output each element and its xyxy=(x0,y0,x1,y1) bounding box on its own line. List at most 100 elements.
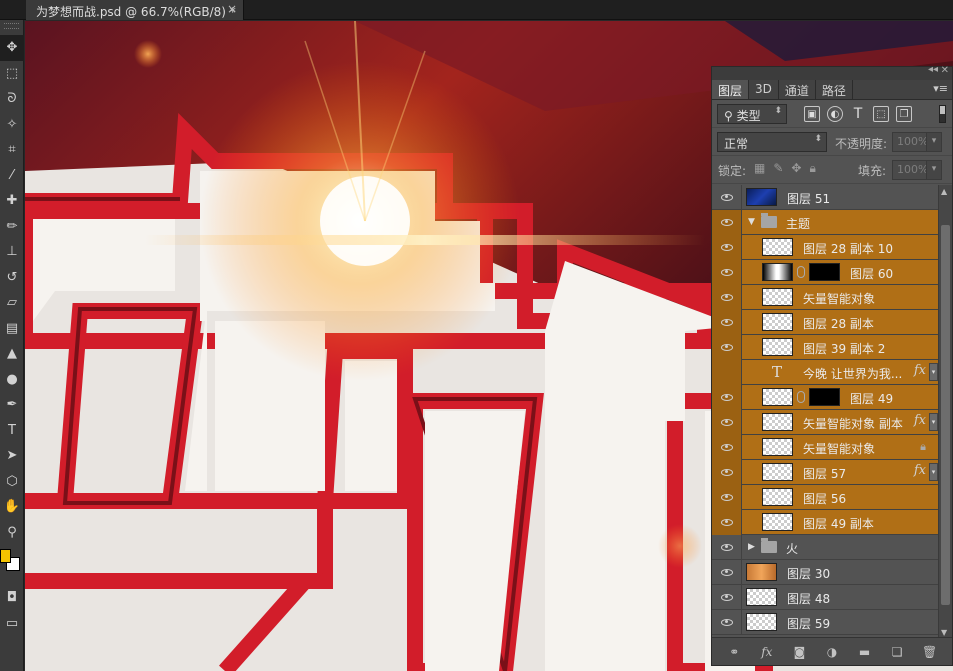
fx-icon[interactable]: fx xyxy=(914,363,926,378)
visibility-toggle[interactable] xyxy=(712,260,742,285)
eraser-icon[interactable]: ▱ xyxy=(0,290,24,316)
lock-position-icon[interactable]: ✥ xyxy=(791,161,801,176)
effects-expand-icon[interactable]: ▾ xyxy=(929,413,938,431)
layer-row[interactable]: 图层 30 xyxy=(712,560,938,585)
layer-row[interactable]: 图层 56 xyxy=(712,485,938,510)
zoom-tool-icon[interactable]: ⚲ xyxy=(0,520,24,546)
panel-header[interactable]: ◂◂ ✕ xyxy=(712,64,952,80)
scrollbar-thumb[interactable] xyxy=(941,225,950,605)
layer-thumbnail[interactable] xyxy=(746,188,777,206)
document-tab[interactable]: 为梦想而战.psd @ 66.7%(RGB/8) * × xyxy=(26,0,244,20)
effects-expand-icon[interactable]: ▾ xyxy=(929,463,938,481)
fx-icon[interactable]: fx xyxy=(914,463,926,478)
fx-icon[interactable]: fx xyxy=(758,645,776,659)
adjustment-icon[interactable]: ◑ xyxy=(823,645,841,659)
blur-tool-icon[interactable]: ▲ xyxy=(0,341,24,367)
lock-pixels-icon[interactable]: ✎ xyxy=(773,161,783,176)
visibility-toggle[interactable] xyxy=(712,185,742,210)
visibility-toggle[interactable] xyxy=(712,435,742,460)
visibility-toggle[interactable] xyxy=(712,360,742,385)
blend-mode-select[interactable]: 正常 ⬍ xyxy=(717,132,827,152)
layer-row[interactable]: T 今晚 让世界为我... fx ▾ xyxy=(712,360,938,385)
chevron-right-icon[interactable]: ▶ xyxy=(748,542,755,552)
clone-stamp-icon[interactable]: ⊥ xyxy=(0,239,24,265)
screen-mode-icon[interactable]: ▭ xyxy=(0,611,24,637)
fill-input[interactable]: 100% ▾ xyxy=(892,160,942,180)
magic-wand-icon[interactable]: ✧ xyxy=(0,112,24,138)
tab-3d[interactable]: 3D xyxy=(749,80,779,99)
quick-mask-icon[interactable]: ◘ xyxy=(0,585,24,611)
layer-row[interactable]: 矢量智能对象 🔒︎ xyxy=(712,435,938,460)
type-tool-icon[interactable]: T xyxy=(0,418,24,444)
layer-thumbnail[interactable] xyxy=(762,263,793,281)
close-panel-icon[interactable]: ✕ xyxy=(941,65,949,76)
close-tab-icon[interactable]: × xyxy=(227,2,237,16)
link-icon[interactable] xyxy=(797,391,805,403)
layer-mask-thumbnail[interactable] xyxy=(809,263,840,281)
filter-adjustment-icon[interactable]: ◐ xyxy=(827,106,843,122)
visibility-toggle[interactable] xyxy=(712,510,742,535)
layer-row[interactable]: 图层 28 副本 10 xyxy=(712,235,938,260)
tab-channels[interactable]: 通道 xyxy=(779,80,816,99)
layer-row[interactable]: 图层 59 xyxy=(712,610,938,635)
visibility-toggle[interactable] xyxy=(712,285,742,310)
layer-thumbnail[interactable] xyxy=(762,513,793,531)
layer-row[interactable]: 图层 39 副本 2 xyxy=(712,335,938,360)
layer-row[interactable]: 图层 28 副本 xyxy=(712,310,938,335)
layer-thumbnail[interactable] xyxy=(746,563,777,581)
layer-thumbnail[interactable] xyxy=(762,438,793,456)
marquee-tool-icon[interactable]: ⬚ xyxy=(0,61,24,87)
tab-layers[interactable]: 图层 xyxy=(712,80,750,99)
visibility-toggle[interactable] xyxy=(712,385,742,410)
new-layer-icon[interactable]: ❏ xyxy=(888,645,906,659)
move-tool-icon[interactable]: ✥ xyxy=(0,35,24,61)
link-icon[interactable] xyxy=(797,266,805,278)
layer-row[interactable]: 图层 48 xyxy=(712,585,938,610)
tab-paths[interactable]: 路径 xyxy=(816,80,853,99)
layer-thumbnail[interactable] xyxy=(746,613,777,631)
visibility-toggle[interactable] xyxy=(712,410,742,435)
gradient-tool-icon[interactable]: ▤ xyxy=(0,316,24,342)
layer-group-row[interactable]: ▶ 火 xyxy=(712,535,938,560)
layer-list-scrollbar[interactable]: ▲ ▼ xyxy=(938,185,952,638)
shape-tool-icon[interactable]: ⬡ xyxy=(0,469,24,495)
layer-thumbnail[interactable] xyxy=(762,488,793,506)
effects-expand-icon[interactable]: ▾ xyxy=(929,363,938,381)
visibility-toggle[interactable] xyxy=(712,610,742,635)
scroll-up-icon[interactable]: ▲ xyxy=(941,187,947,196)
layer-mask-thumbnail[interactable] xyxy=(809,388,840,406)
layer-group-row[interactable]: ▼ 主题 xyxy=(712,210,938,235)
fx-icon[interactable]: fx xyxy=(914,413,926,428)
foreground-color-swatch[interactable] xyxy=(0,549,11,563)
dodge-tool-icon[interactable]: ● xyxy=(0,367,24,393)
visibility-toggle[interactable] xyxy=(712,485,742,510)
lock-transparency-icon[interactable]: ▦ xyxy=(754,161,765,176)
layer-row[interactable]: 图层 51 xyxy=(712,185,938,210)
eyedropper-icon[interactable]: ⁄ xyxy=(0,163,24,189)
layer-row[interactable]: 图层 49 副本 xyxy=(712,510,938,535)
opacity-input[interactable]: 100% ▾ xyxy=(892,132,942,152)
layer-row[interactable]: 矢量智能对象 xyxy=(712,285,938,310)
visibility-toggle[interactable] xyxy=(712,235,742,260)
visibility-toggle[interactable] xyxy=(712,535,742,560)
filter-type-icon[interactable]: T xyxy=(850,106,866,122)
crop-tool-icon[interactable]: ⌗ xyxy=(0,137,24,163)
layer-row[interactable]: 图层 57 fx ▾ xyxy=(712,460,938,485)
filter-toggle[interactable] xyxy=(939,105,946,123)
filter-smart-object-icon[interactable]: ❐ xyxy=(896,106,912,122)
visibility-toggle[interactable] xyxy=(712,310,742,335)
scroll-down-icon[interactable]: ▼ xyxy=(941,628,947,637)
healing-brush-icon[interactable]: ✚ xyxy=(0,188,24,214)
layer-thumbnail[interactable] xyxy=(762,338,793,356)
visibility-toggle[interactable] xyxy=(712,585,742,610)
visibility-toggle[interactable] xyxy=(712,210,742,235)
lock-all-icon[interactable]: 🔒︎ xyxy=(809,161,815,176)
layer-thumbnail[interactable] xyxy=(762,313,793,331)
filter-shape-icon[interactable]: ⬚ xyxy=(873,106,889,122)
layer-thumbnail[interactable] xyxy=(762,413,793,431)
layer-row[interactable]: 图层 60 xyxy=(712,260,938,285)
layer-thumbnail[interactable] xyxy=(762,288,793,306)
layer-row[interactable]: 图层 49 xyxy=(712,385,938,410)
group-icon[interactable]: ▬ xyxy=(856,645,874,659)
layer-thumbnail[interactable] xyxy=(762,463,793,481)
